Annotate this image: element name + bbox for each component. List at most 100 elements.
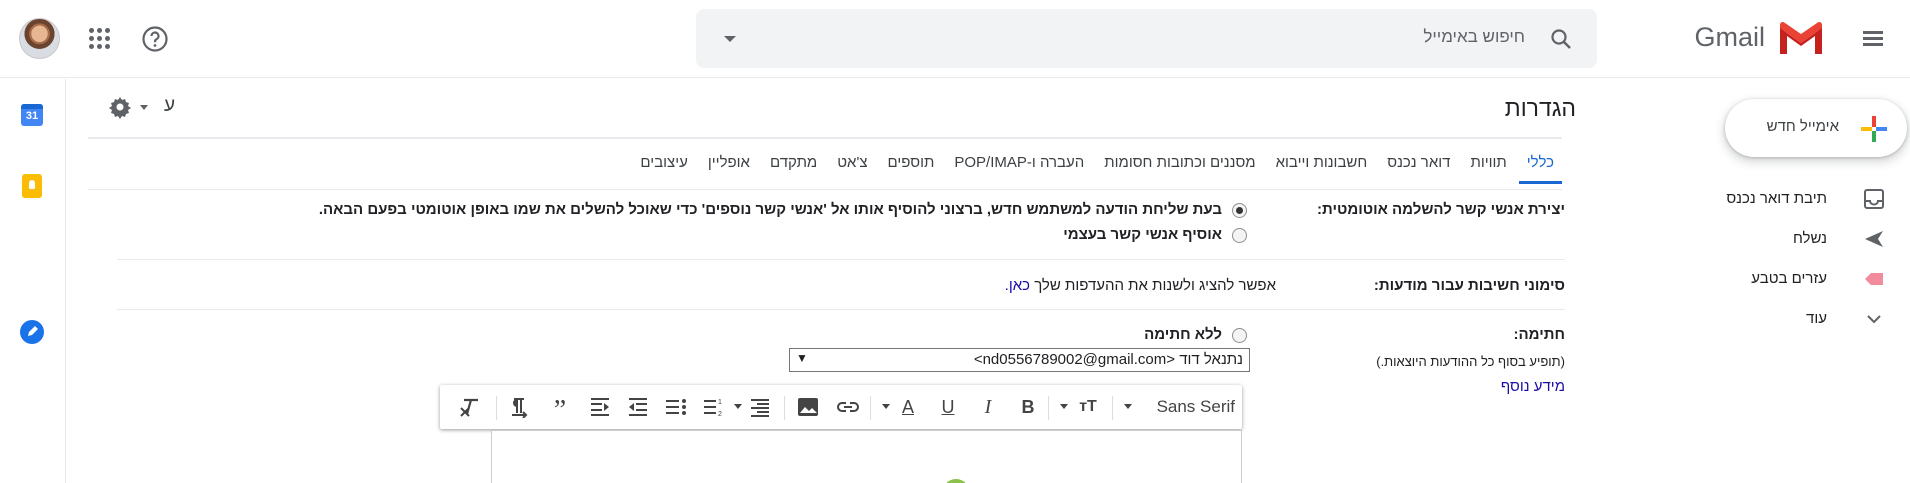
bulleted-list-icon[interactable] [664,396,688,418]
svg-text:1: 1 [718,399,722,406]
gmail-logo-icon[interactable] [1777,20,1825,56]
remove-formatting-icon[interactable] [458,396,482,418]
chevron-down-icon [1867,315,1881,324]
align-icon[interactable] [748,396,772,418]
text-direction-icon[interactable] [508,396,532,418]
radio-button[interactable] [1232,228,1247,243]
italic-icon[interactable]: I [976,396,1000,418]
signature-sublabel: (תופיע בסוף כל ההודעות היוצאות.) [1376,354,1565,369]
signature-editor[interactable] [491,430,1242,483]
dropdown-arrow-icon: ▼ [796,351,808,365]
tab-offline[interactable]: אופליין [700,150,758,184]
nav-item-label: נשלח [1792,230,1827,247]
gear-icon[interactable] [108,95,132,119]
divider [870,396,871,420]
radio-button[interactable] [1232,328,1247,343]
divider [1112,396,1113,420]
nav-item-inbox[interactable]: תיבת דואר נכנס [1685,183,1885,215]
importance-text: אפשר להציג ולשנות את ההעדפות שלך כאן. [1005,277,1276,294]
main-menu-icon[interactable] [1861,26,1885,50]
nav-item-label: עזרים בטבע [1751,270,1827,287]
quote-icon[interactable]: ” [548,396,572,426]
tab-forwarding[interactable]: העברה ו-POP/IMAP [946,150,1092,184]
side-panel: 31 [0,79,66,483]
bold-icon[interactable]: B [1016,396,1040,418]
chevron-down-icon[interactable] [882,404,890,409]
auto-contacts-option-manual-text: אוסיף אנשי קשר בעצמי [1063,226,1222,243]
importance-link[interactable]: כאן. [1005,277,1030,294]
underline-icon[interactable]: U [936,396,960,418]
chevron-down-icon[interactable] [734,404,742,409]
app-name: Gmail [1694,22,1765,52]
signature-account-select[interactable]: נתנאל דוד <nd0556789002@gmail.com> ▼ [789,348,1250,372]
indent-more-icon[interactable] [588,396,612,418]
tab-accounts[interactable]: חשבונות וייבוא [1268,150,1376,184]
tab-inbox[interactable]: דואר נכנס [1379,150,1458,184]
tab-labels[interactable]: תוויות [1462,150,1514,184]
link-icon[interactable] [836,396,860,418]
numbered-list-icon[interactable]: 1 2 [702,396,726,418]
signature-image [942,479,970,483]
inbox-icon [1864,189,1884,209]
chevron-down-icon[interactable] [1060,404,1068,409]
nav-item-label: תיבת דואר נכנס [1726,190,1827,207]
more-info-link[interactable]: מידע נוסף [1501,378,1565,395]
help-icon[interactable] [141,25,169,53]
divider [1048,396,1049,420]
chevron-down-icon[interactable] [1124,404,1132,409]
label-icon [1865,273,1883,285]
tasks-icon[interactable] [20,320,44,344]
divider [784,396,785,420]
calendar-icon[interactable]: 31 [21,104,43,126]
search-bar[interactable]: חיפוש באימייל [696,9,1597,68]
send-icon [1865,231,1883,247]
divider [88,137,1562,139]
divider [117,259,1565,260]
radio-button[interactable] [1232,203,1247,218]
compose-label: אימייל חדש [1766,118,1839,135]
auto-contacts-label: יצירת אנשי קשר להשלמה אוטומטית: [1317,201,1565,218]
font-size-icon[interactable]: тT [1076,396,1100,418]
auto-contacts-option-manual[interactable]: אוסיף אנשי קשר בעצמי [847,226,1247,246]
search-options-icon[interactable] [724,36,736,42]
search-input[interactable]: חיפוש באימייל [1423,27,1525,47]
signature-option-none-text: ללא חתימה [1144,326,1222,343]
signature-account-value: נתנאל דוד <nd0556789002@gmail.com> [973,351,1243,368]
signature-label: חתימה: [1513,326,1565,343]
page-title: הגדרות [1504,95,1576,121]
tab-chat[interactable]: צ'אט [829,150,875,184]
image-icon[interactable] [796,396,820,418]
apps-grid-icon[interactable] [89,28,111,50]
tab-filters[interactable]: מסננים וכתובות חסומות [1096,150,1263,184]
tab-general[interactable]: כללי [1518,150,1563,184]
input-language-indicator[interactable]: ע [164,95,175,117]
settings-menu[interactable]: ע [108,95,188,119]
nav-item-sent[interactable]: נשלח [1685,223,1885,255]
top-bar: Gmail חיפוש באימייל [0,0,1910,78]
auto-contacts-option-add[interactable]: בעת שליחת הודעה למשתמש חדש, ברצוני להוסי… [247,201,1247,221]
divider [496,396,497,420]
settings-tabs: כלליתוויותדואר נכנסחשבונות וייבואמסננים … [628,150,1563,189]
signature-editor-toolbar: Sans Serif тT B I U A 1 2 ” [440,385,1242,429]
importance-description: אפשר להציג ולשנות את ההעדפות שלך [1034,277,1276,294]
tab-addons[interactable]: תוספים [880,150,943,184]
signature-option-none[interactable]: ללא חתימה [947,326,1247,346]
nav-item-label-nature[interactable]: עזרים בטבע [1685,263,1885,295]
tab-advanced[interactable]: מתקדם [762,150,825,184]
divider [88,189,1562,190]
nav-item-label: עוד [1806,310,1827,327]
indent-less-icon[interactable] [626,396,650,418]
divider [117,309,1565,310]
compose-button[interactable]: אימייל חדש [1725,99,1907,157]
chevron-down-icon[interactable] [140,105,148,110]
compose-plus-icon [1861,116,1887,142]
search-icon[interactable] [1549,27,1573,51]
svg-text:2: 2 [718,411,722,418]
account-avatar[interactable] [19,18,60,59]
text-color-icon[interactable]: A [896,396,920,418]
importance-label: סימוני חשיבות עבור מודעות: [1373,277,1565,294]
tab-themes[interactable]: עיצובים [632,150,695,184]
keep-icon[interactable] [22,174,42,198]
nav-item-more[interactable]: עוד [1685,303,1885,335]
font-select[interactable]: Sans Serif [1157,397,1235,417]
